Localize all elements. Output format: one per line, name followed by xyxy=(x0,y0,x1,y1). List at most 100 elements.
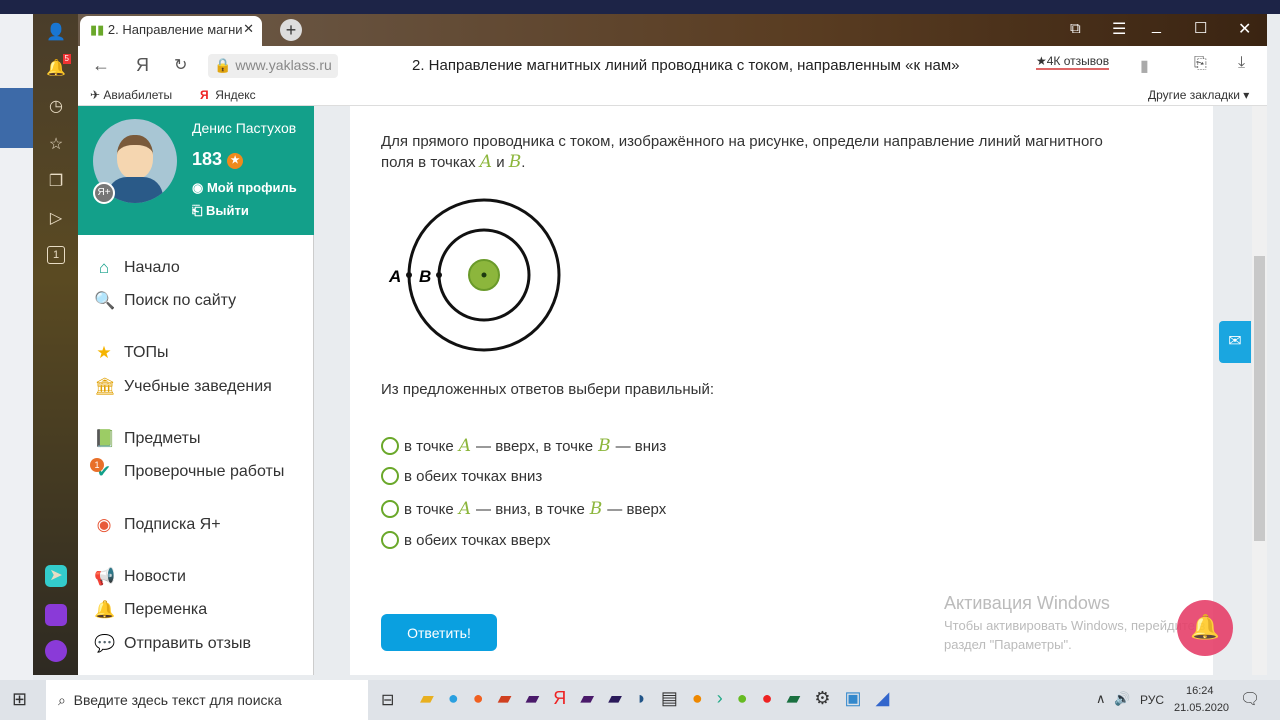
alice-icon[interactable] xyxy=(45,640,67,662)
and-text: и xyxy=(492,154,509,171)
download-icon[interactable]: ⤓ xyxy=(1238,54,1245,72)
answer-option-2[interactable]: в обеих точках вниз xyxy=(381,467,542,485)
answer-option-4[interactable]: в обеих точках вверх xyxy=(381,531,551,549)
app-icon[interactable]: ◗ xyxy=(636,688,647,709)
app2-icon[interactable]: › xyxy=(717,688,723,709)
collections-icon[interactable]: ❐ xyxy=(45,171,67,193)
app4-icon[interactable]: ◢ xyxy=(875,688,889,709)
new-tab-button[interactable]: + xyxy=(280,19,302,41)
settings-icon[interactable]: ⚙ xyxy=(814,688,830,709)
nav-search[interactable]: 🔍 Поиск по сайту xyxy=(94,291,236,311)
radio-button[interactable] xyxy=(381,500,399,518)
nav-tops[interactable]: ★ ТОПы xyxy=(94,343,168,363)
math-B: B xyxy=(508,152,522,172)
other-bookmarks[interactable]: Другие закладки ▾ xyxy=(1148,88,1249,102)
reviews-button[interactable]: ★4К отзывов xyxy=(1036,54,1110,70)
nav-tests[interactable]: ✔ Проверочные работы xyxy=(94,462,284,482)
tray-chevron-icon[interactable]: ∧ xyxy=(1096,691,1106,707)
nav-subjects[interactable]: 📗 Предметы xyxy=(94,429,200,449)
nav-feedback[interactable]: 💬 Отправить отзыв xyxy=(94,634,251,654)
yandex-icon[interactable]: ● xyxy=(762,688,773,709)
scrollbar[interactable] xyxy=(1252,106,1267,675)
excel-icon[interactable]: ▰ xyxy=(786,688,800,709)
tab-counter[interactable]: 1 xyxy=(47,246,65,264)
radio-button[interactable] xyxy=(381,437,399,455)
language-indicator[interactable]: РУС xyxy=(1140,693,1164,707)
windows-taskbar: ⊞ ⌕ Введите здесь текст для поиска ⊟ ▰ ● ●… xyxy=(0,680,1280,720)
active-tab[interactable]: ▮▮ 2. Направление магни ✕ xyxy=(80,16,262,46)
site-sidebar: Я+ Денис Пастухов 183 ★ ◉ Мой профиль ⎗ … xyxy=(78,106,314,675)
maximize-button[interactable]: ☐ xyxy=(1194,19,1207,37)
option-text: — вниз xyxy=(615,437,667,455)
submit-button[interactable]: Ответить! xyxy=(381,614,497,651)
premiere-icon[interactable]: ▰ xyxy=(525,688,539,709)
close-window-button[interactable]: ✕ xyxy=(1238,19,1251,39)
close-tab-icon[interactable]: ✕ xyxy=(243,21,254,37)
firefox-icon[interactable]: ● xyxy=(473,688,484,709)
tabs-icon[interactable]: ⧉ xyxy=(1070,20,1081,37)
bookmark-label: Яндекс xyxy=(215,88,256,102)
powerpoint-icon[interactable]: ▰ xyxy=(498,688,512,709)
reload-button[interactable]: ↻ xyxy=(174,55,187,75)
yandex-browser-icon[interactable]: Я xyxy=(553,688,566,709)
explorer-icon[interactable]: ▰ xyxy=(420,688,434,709)
nav-break[interactable]: 🔔 Переменка xyxy=(94,600,207,620)
url-field[interactable]: 🔒 www.yaklass.ru xyxy=(208,54,338,78)
task-view-icon[interactable]: ⊟ xyxy=(381,690,394,710)
search-icon: 🔍 xyxy=(94,291,116,310)
nav-news[interactable]: 📢 Новости xyxy=(94,567,186,587)
history-icon[interactable]: ◷ xyxy=(45,96,67,118)
yandex-icon[interactable]: Я xyxy=(136,55,149,76)
answer-option-3[interactable]: в точке A — вниз, в точке B — вверх xyxy=(381,499,666,519)
video-icon[interactable]: ▷ xyxy=(45,208,67,230)
logout-link[interactable]: ⎗ Выйти xyxy=(192,203,249,219)
radio-button[interactable] xyxy=(381,531,399,549)
menu-icon[interactable]: ☰ xyxy=(1112,19,1126,39)
utorrent-icon[interactable]: ● xyxy=(737,688,748,709)
telegram-icon[interactable]: ● xyxy=(448,688,459,709)
notifications-icon[interactable]: 🔔 5 xyxy=(45,54,71,80)
fl-studio-icon[interactable]: ● xyxy=(692,688,703,709)
scrollbar-thumb[interactable] xyxy=(1254,256,1265,541)
action-center-icon[interactable]: 🗨 xyxy=(1240,689,1260,709)
bookmark-yandex[interactable]: Я Яндекс xyxy=(200,88,256,102)
notif-badge: 5 xyxy=(62,54,71,64)
extensions-icon[interactable]: ⎘ xyxy=(1194,55,1207,73)
user-name[interactable]: Денис Пастухов xyxy=(192,120,296,136)
bookmark-icon[interactable]: ▮ xyxy=(1140,56,1149,76)
institution-icon: 🏛 xyxy=(94,377,116,396)
period: . xyxy=(521,154,526,171)
clock-time[interactable]: 16:24 xyxy=(1186,685,1214,697)
nav-home[interactable]: ⌂ Начало xyxy=(94,258,180,278)
messenger-icon[interactable]: ➤ xyxy=(45,565,67,587)
notifications-bell-button[interactable]: 🔔 xyxy=(1177,600,1233,656)
current-dot xyxy=(481,272,487,278)
my-profile-link[interactable]: ◉ Мой профиль xyxy=(192,180,297,196)
math-B: B xyxy=(598,436,611,456)
premiere2-icon[interactable]: ▰ xyxy=(580,688,594,709)
star-icon: ★ xyxy=(96,343,112,362)
background-window xyxy=(0,14,33,680)
profile-panel: Я+ Денис Пастухов 183 ★ ◉ Мой профиль ⎗ … xyxy=(78,106,314,235)
minimize-button[interactable]: _ xyxy=(1152,17,1161,35)
mail-button[interactable]: ✉ xyxy=(1219,321,1251,363)
user-icon[interactable]: 👤 xyxy=(45,22,67,44)
volume-icon[interactable]: 🔊 xyxy=(1114,691,1130,707)
app3-icon[interactable]: ▣ xyxy=(844,688,861,709)
alice-app-icon[interactable] xyxy=(45,604,67,626)
after-effects-icon[interactable]: ▰ xyxy=(608,688,622,709)
bookmark-aviabilety[interactable]: ✈ Авиабилеты xyxy=(90,88,172,102)
start-button[interactable]: ⊞ xyxy=(12,689,27,710)
home-icon: ⌂ xyxy=(98,258,110,277)
answer-option-1[interactable]: в точке A — вверх, в точке B — вниз xyxy=(381,436,666,456)
nav-subscription[interactable]: ◉ Подписка Я+ xyxy=(94,515,221,535)
back-button[interactable]: ← xyxy=(92,55,110,76)
point-A xyxy=(406,272,412,278)
taskbar-search[interactable]: ⌕ Введите здесь текст для поиска xyxy=(46,680,368,720)
clock-date[interactable]: 21.05.2020 xyxy=(1174,702,1229,714)
question-line2: поля в точках xyxy=(381,154,480,171)
abbyy-icon[interactable]: ▤ xyxy=(661,688,678,709)
nav-institutions[interactable]: 🏛 Учебные заведения xyxy=(94,377,272,397)
favorites-icon[interactable]: ☆ xyxy=(45,134,67,156)
radio-button[interactable] xyxy=(381,467,399,485)
